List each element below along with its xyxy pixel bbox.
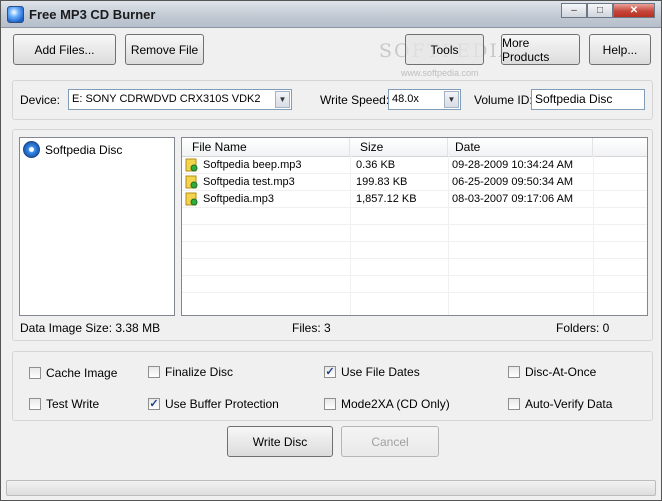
device-value: E: SONY CDRWDVD CRX310S VDK2 — [72, 93, 261, 105]
test-write-checkbox[interactable]: Test Write — [29, 397, 99, 411]
disc-at-once-checkbox[interactable]: Disc-At-Once — [508, 365, 596, 379]
file-list-header: File Name Size Date — [182, 138, 647, 157]
add-files-button[interactable]: Add Files... — [13, 34, 116, 65]
remove-file-button[interactable]: Remove File — [125, 34, 204, 65]
mp3-file-icon — [185, 192, 198, 206]
write-speed-label: Write Speed: — [320, 93, 390, 107]
column-date[interactable]: Date — [448, 138, 593, 156]
checkbox-box[interactable] — [508, 366, 520, 378]
write-speed-select[interactable]: 48.0x ▼ — [388, 89, 461, 110]
file-row[interactable]: Softpedia test.mp3 199.83 KB 06-25-2009 … — [182, 174, 647, 191]
checkbox-label: Auto-Verify Data — [525, 397, 613, 411]
device-label: Device: — [20, 93, 61, 107]
file-size: 0.36 KB — [356, 159, 396, 171]
checkbox-label: Use Buffer Protection — [165, 397, 279, 411]
checkbox-label: Cache Image — [46, 366, 118, 380]
chevron-down-icon[interactable]: ▼ — [444, 91, 459, 108]
finalize-disc-checkbox[interactable]: Finalize Disc — [148, 365, 233, 379]
close-button[interactable]: ✕ — [613, 3, 655, 18]
checkbox-box[interactable]: ✓ — [324, 366, 336, 378]
progress-bar — [6, 480, 656, 496]
tree-item-disc[interactable]: Softpedia Disc — [23, 141, 122, 158]
checkbox-box[interactable] — [29, 367, 41, 379]
auto-verify-checkbox[interactable]: Auto-Verify Data — [508, 397, 612, 411]
help-button[interactable]: Help... — [589, 34, 651, 65]
folders-count: Folders: 0 — [556, 321, 610, 335]
checkbox-box[interactable] — [29, 398, 41, 410]
tools-button[interactable]: Tools — [405, 34, 484, 65]
volume-id-label: Volume ID: — [474, 93, 533, 107]
file-name: Softpedia test.mp3 — [203, 176, 295, 188]
disc-icon — [23, 141, 40, 158]
mode2xa-checkbox[interactable]: Mode2XA (CD Only) — [324, 397, 450, 411]
checkbox-box[interactable] — [324, 398, 336, 410]
checkbox-label: Test Write — [46, 397, 100, 411]
data-image-size: Data Image Size: 3.38 MB — [20, 321, 161, 335]
more-products-button[interactable]: More Products — [501, 34, 580, 65]
column-size[interactable]: Size — [350, 138, 448, 156]
volume-id-input[interactable]: Softpedia Disc — [531, 89, 645, 110]
file-date: 06-25-2009 09:50:34 AM — [452, 176, 574, 188]
chevron-down-icon[interactable]: ▼ — [275, 91, 290, 108]
tree-item-label: Softpedia Disc — [45, 142, 123, 157]
device-select[interactable]: E: SONY CDRWDVD CRX310S VDK2 ▼ — [68, 89, 292, 110]
column-file-name[interactable]: File Name — [182, 138, 350, 156]
checkbox-box[interactable] — [508, 398, 520, 410]
checkbox-box[interactable]: ✓ — [148, 398, 160, 410]
checkbox-box[interactable] — [148, 366, 160, 378]
file-list[interactable]: File Name Size Date Softpedia beep.mp3 0… — [181, 137, 648, 316]
file-name: Softpedia beep.mp3 — [203, 159, 302, 171]
softpedia-watermark-url: www.softpedia.com — [401, 68, 479, 78]
files-count: Files: 3 — [292, 321, 331, 335]
checkbox-label: Disc-At-Once — [525, 365, 597, 379]
maximize-button[interactable]: □ — [587, 3, 613, 18]
mp3-file-icon — [185, 158, 198, 172]
file-name: Softpedia.mp3 — [203, 193, 274, 205]
cache-image-checkbox[interactable]: Cache Image — [29, 366, 117, 380]
file-row[interactable]: Softpedia beep.mp3 0.36 KB 09-28-2009 10… — [182, 157, 647, 174]
use-buffer-protection-checkbox[interactable]: ✓ Use Buffer Protection — [148, 397, 279, 411]
checkbox-label: Mode2XA (CD Only) — [341, 397, 450, 411]
app-window: Free MP3 CD Burner – □ ✕ Add Files... Re… — [0, 0, 662, 501]
write-speed-value: 48.0x — [392, 93, 419, 105]
window-controls: – □ ✕ — [561, 3, 655, 19]
app-disc-icon — [7, 6, 24, 23]
file-date: 08-03-2007 09:17:06 AM — [452, 193, 574, 205]
use-file-dates-checkbox[interactable]: ✓ Use File Dates — [324, 365, 420, 379]
disc-tree[interactable]: Softpedia Disc — [19, 137, 175, 316]
title-bar[interactable]: Free MP3 CD Burner – □ ✕ — [1, 1, 661, 28]
file-size: 1,857.12 KB — [356, 193, 417, 205]
minimize-button[interactable]: – — [561, 3, 587, 18]
file-row[interactable]: Softpedia.mp3 1,857.12 KB 08-03-2007 09:… — [182, 191, 647, 208]
write-disc-button[interactable]: Write Disc — [227, 426, 333, 457]
checkbox-label: Finalize Disc — [165, 365, 234, 379]
file-size: 199.83 KB — [356, 176, 408, 188]
mp3-file-icon — [185, 175, 198, 189]
window-title: Free MP3 CD Burner — [29, 7, 156, 22]
cancel-button[interactable]: Cancel — [341, 426, 439, 457]
checkbox-label: Use File Dates — [341, 365, 420, 379]
file-date: 09-28-2009 10:34:24 AM — [452, 159, 574, 171]
